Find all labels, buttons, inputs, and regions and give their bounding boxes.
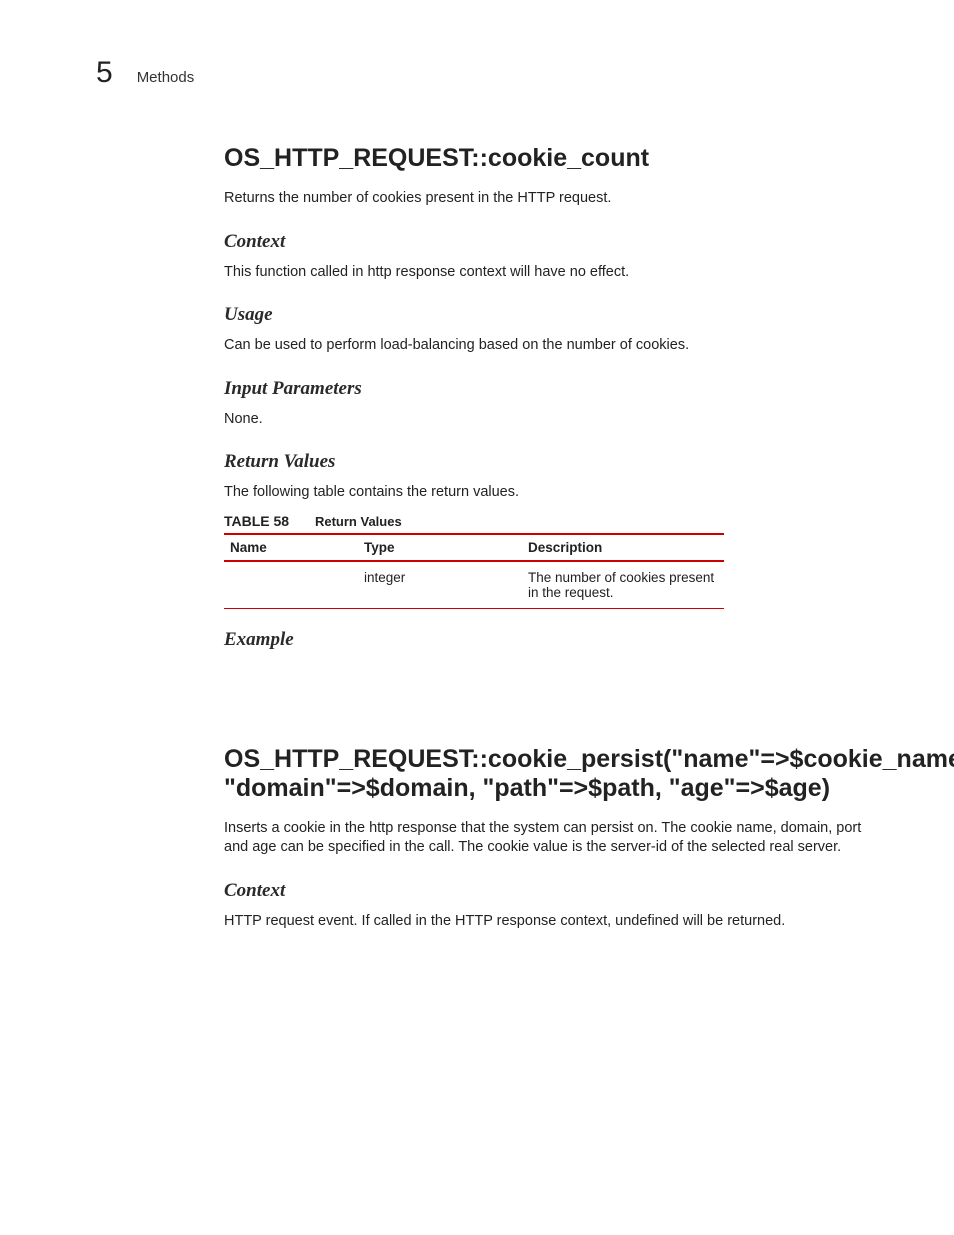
table-header-row: Name Type Description bbox=[224, 534, 724, 561]
heading-return-values: Return Values bbox=[224, 451, 884, 473]
section2-intro: Inserts a cookie in the http response th… bbox=[224, 819, 884, 858]
chapter-number: 5 bbox=[96, 56, 113, 90]
table-caption: TABLE 58 Return Values bbox=[224, 513, 884, 529]
table-row: integer The number of cookies present in… bbox=[224, 561, 724, 609]
running-header: 5 Methods bbox=[96, 56, 884, 90]
td-type: integer bbox=[358, 561, 522, 609]
spacer bbox=[224, 661, 884, 745]
return-values-table: Name Type Description integer The number… bbox=[224, 533, 724, 609]
heading-usage: Usage bbox=[224, 304, 884, 326]
table-title: Return Values bbox=[315, 514, 402, 529]
th-type: Type bbox=[358, 534, 522, 561]
content-area: OS_HTTP_REQUEST::cookie_count Returns th… bbox=[224, 144, 884, 932]
running-title: Methods bbox=[137, 69, 195, 86]
section-title-cookie-count: OS_HTTP_REQUEST::cookie_count bbox=[224, 144, 884, 173]
text-context: This function called in http response co… bbox=[224, 263, 884, 283]
td-description: The number of cookies present in the req… bbox=[522, 561, 724, 609]
heading-input-parameters: Input Parameters bbox=[224, 378, 884, 400]
text-return-values: The following table contains the return … bbox=[224, 483, 884, 503]
section-intro: Returns the number of cookies present in… bbox=[224, 189, 884, 209]
th-name: Name bbox=[224, 534, 358, 561]
text-input-parameters: None. bbox=[224, 410, 884, 430]
th-description: Description bbox=[522, 534, 724, 561]
table-label: TABLE 58 bbox=[224, 513, 289, 529]
text-usage: Can be used to perform load-balancing ba… bbox=[224, 336, 884, 356]
heading-context-2: Context bbox=[224, 880, 884, 902]
heading-context: Context bbox=[224, 231, 884, 253]
page: 5 Methods OS_HTTP_REQUEST::cookie_count … bbox=[0, 0, 954, 1235]
text-context-2: HTTP request event. If called in the HTT… bbox=[224, 912, 884, 932]
td-name bbox=[224, 561, 358, 609]
heading-example: Example bbox=[224, 629, 884, 651]
section-title-cookie-persist: OS_HTTP_REQUEST::cookie_persist("name"=>… bbox=[224, 745, 884, 803]
